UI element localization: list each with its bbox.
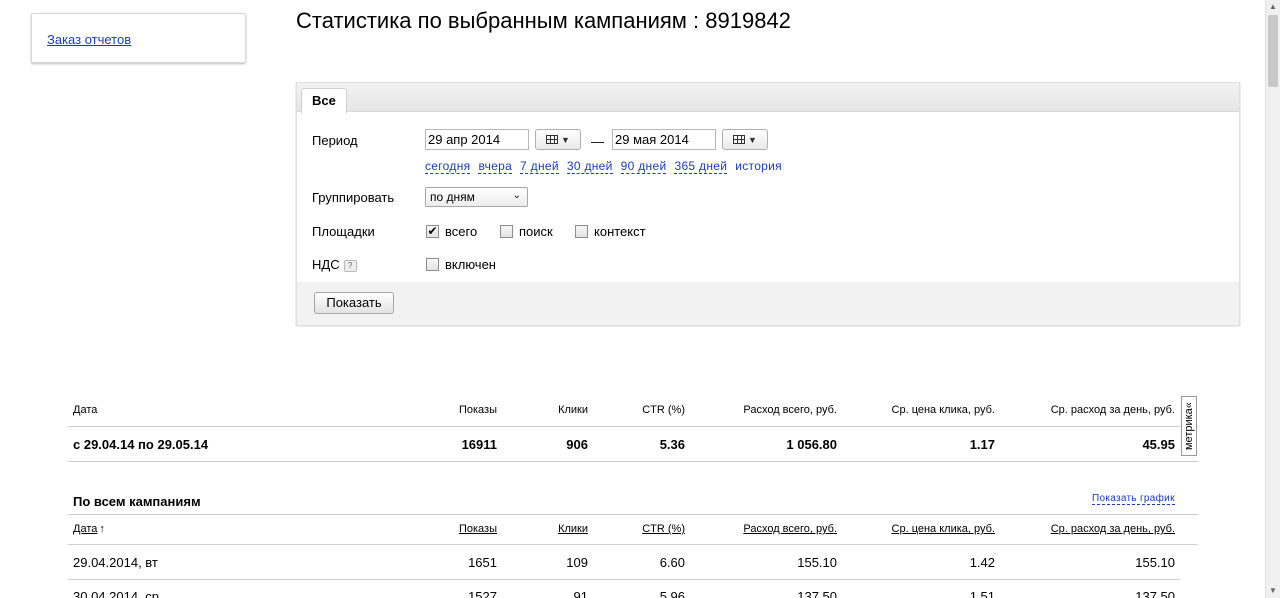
sort-clicks-header[interactable]: Клики xyxy=(558,523,588,535)
metrika-tab[interactable]: метрика« xyxy=(1181,396,1197,456)
row-impressions: 1527 xyxy=(468,589,497,598)
row-ctr: 6.60 xyxy=(659,555,685,570)
col-header-impressions: Показы xyxy=(458,404,497,416)
total-impressions: 16911 xyxy=(461,437,497,452)
row-spend: 155.10 xyxy=(797,555,837,570)
divider xyxy=(68,579,1180,580)
calendar-icon xyxy=(733,135,746,144)
date-to-input[interactable] xyxy=(612,129,716,150)
sort-spend-header[interactable]: Расход всего, руб. xyxy=(743,523,837,535)
vat-label: НДС xyxy=(312,257,340,272)
quick-period-30days[interactable]: 30 дней xyxy=(566,159,613,174)
calendar-to-button[interactable]: ▼ xyxy=(722,129,768,150)
calendar-from-button[interactable]: ▼ xyxy=(535,129,581,150)
group-select[interactable]: по дням ⌄ xyxy=(425,187,528,207)
quick-period-today[interactable]: сегодня xyxy=(425,159,471,174)
total-clicks: 906 xyxy=(566,437,588,452)
date-from-input[interactable] xyxy=(425,129,529,150)
help-icon[interactable]: ? xyxy=(343,259,357,272)
platform-search-label: поиск xyxy=(519,224,553,239)
scroll-up-arrow-icon[interactable]: ▲ xyxy=(1266,0,1280,14)
platform-context-checkbox[interactable] xyxy=(575,225,588,238)
quick-period-links: сегодня вчера 7 дней 30 дней 90 дней 365 дней… xyxy=(425,159,790,174)
total-cpc: 1.17 xyxy=(969,437,995,452)
scroll-down-arrow-icon[interactable]: ▼ xyxy=(1266,584,1280,598)
sort-cpc-header[interactable]: Ср. цена клика, руб. xyxy=(892,523,995,535)
row-date: 29.04.2014, вт xyxy=(73,555,158,570)
sort-ascending-icon: ↑ xyxy=(99,523,105,535)
col-header-date: Дата xyxy=(73,404,98,416)
sort-ctr-header[interactable]: CTR (%) xyxy=(642,523,685,535)
quick-period-yesterday[interactable]: вчера xyxy=(478,159,513,174)
row-spend: 137.50 xyxy=(797,589,837,598)
row-cpc: 1.42 xyxy=(969,555,995,570)
panel-footer: Показать xyxy=(297,282,1239,325)
platform-search-checkbox[interactable] xyxy=(500,225,513,238)
vat-checkbox[interactable] xyxy=(426,258,439,271)
campaigns-section-title: По всем кампаниям xyxy=(73,494,201,509)
page-title: Статистика по выбранным кампаниям : 8919… xyxy=(296,8,791,33)
platform-all-checkbox[interactable]: ✔ xyxy=(426,225,439,238)
history-link[interactable]: история xyxy=(735,159,782,173)
row-daily-spend: 137.50 xyxy=(1135,589,1175,598)
total-daily-spend: 45.95 xyxy=(1142,437,1175,452)
dropdown-arrow-icon: ▼ xyxy=(561,134,570,145)
row-clicks: 91 xyxy=(573,589,588,598)
divider xyxy=(68,544,1198,545)
quick-period-7days[interactable]: 7 дней xyxy=(520,159,559,174)
tab-all[interactable]: Все xyxy=(301,88,347,113)
chevron-down-icon: ⌄ xyxy=(512,190,521,201)
date-separator: — xyxy=(591,134,604,149)
vertical-scrollbar[interactable]: ▲ ▼ xyxy=(1265,0,1280,598)
platform-context-label: контекст xyxy=(594,224,646,239)
report-order-link[interactable]: Заказ отчетов xyxy=(47,32,131,47)
period-label: Период xyxy=(312,133,358,148)
sort-date-header[interactable]: Дата ↑ xyxy=(73,523,105,535)
row-ctr: 5.96 xyxy=(659,589,685,598)
filter-panel: Все Период ▼ — ▼ сегодня вчера 7 дней 30 дн… xyxy=(296,82,1240,325)
sort-impressions-header[interactable]: Показы xyxy=(459,523,497,535)
col-header-cpc: Ср. цена клика, руб. xyxy=(891,404,995,416)
col-header-spend: Расход всего, руб. xyxy=(743,404,837,416)
group-label: Группировать xyxy=(312,190,395,205)
col-header-daily-spend: Ср. расход за день, руб. xyxy=(1050,404,1175,416)
row-clicks: 109 xyxy=(566,555,588,570)
total-spend: 1 056.80 xyxy=(786,437,837,452)
sort-date-label: Дата xyxy=(73,523,98,535)
dropdown-arrow-icon: ▼ xyxy=(748,134,757,145)
sort-daily-spend-header[interactable]: Ср. расход за день, руб. xyxy=(1051,523,1175,535)
group-select-value: по дням xyxy=(430,190,475,204)
vat-option-label: включен xyxy=(445,257,496,272)
col-header-ctr: CTR (%) xyxy=(642,404,685,416)
divider xyxy=(68,461,1198,462)
row-date: 30.04.2014, ср xyxy=(73,589,160,598)
divider xyxy=(68,426,1198,427)
row-impressions: 1651 xyxy=(468,555,497,570)
panel-tabs: Все xyxy=(297,83,1239,113)
platforms-label: Площадки xyxy=(312,224,375,239)
calendar-icon xyxy=(546,135,559,144)
total-ctr: 5.36 xyxy=(659,437,685,452)
row-cpc: 1.51 xyxy=(969,589,995,598)
row-daily-spend: 155.10 xyxy=(1135,555,1175,570)
vat-label-wrap: НДС? xyxy=(312,257,357,272)
quick-period-90days[interactable]: 90 дней xyxy=(620,159,667,174)
divider xyxy=(68,514,1198,515)
total-period: с 29.04.14 по 29.05.14 xyxy=(73,437,209,452)
show-graph-link[interactable]: Показать график xyxy=(1092,493,1175,505)
platform-all-label: всего xyxy=(445,224,478,239)
quick-period-365days[interactable]: 365 дней xyxy=(674,159,728,174)
scrollbar-thumb[interactable] xyxy=(1268,15,1278,87)
show-button[interactable]: Показать xyxy=(314,292,394,314)
col-header-clicks: Клики xyxy=(558,404,588,416)
sidebar-panel: Заказ отчетов xyxy=(31,13,246,63)
